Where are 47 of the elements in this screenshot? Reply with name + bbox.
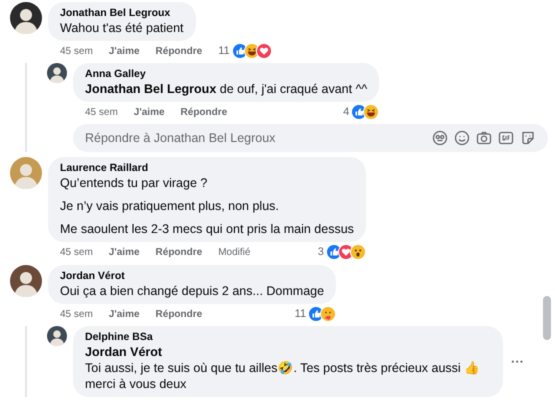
author-name[interactable]: Delphine BSa bbox=[85, 330, 491, 344]
comment-text: Qu’entends tu par virage ? bbox=[60, 175, 208, 191]
author-name[interactable]: Laurence Raillard bbox=[60, 161, 354, 175]
avatar-icon[interactable] bbox=[47, 326, 67, 346]
timestamp[interactable]: 45 sem bbox=[60, 244, 93, 260]
author-name[interactable]: Jordan Vérot bbox=[60, 269, 324, 283]
reaction-count[interactable]: 11 bbox=[218, 42, 230, 60]
mention-link[interactable]: Jordan Vérot bbox=[85, 344, 491, 360]
avatar-icon[interactable] bbox=[10, 2, 42, 34]
love-reaction-icon bbox=[256, 43, 272, 59]
like-link[interactable]: J'aime bbox=[108, 244, 140, 260]
like-link[interactable]: J'aime bbox=[134, 104, 165, 120]
timestamp[interactable]: 45 sem bbox=[60, 44, 93, 58]
scrollbar[interactable] bbox=[543, 296, 551, 340]
camera-icon[interactable] bbox=[476, 130, 492, 146]
wow-reaction-icon bbox=[350, 244, 366, 260]
gif-icon[interactable] bbox=[498, 130, 514, 146]
reply-input[interactable]: Répondre à Jonathan Bel Legroux bbox=[85, 128, 385, 148]
reply-input-field[interactable]: Répondre à Jonathan Bel Legroux bbox=[73, 124, 548, 152]
comment-text: Jonathan Bel Legroux de ouf, j'ai craqué avant ^^ bbox=[85, 81, 368, 97]
haha-reaction-icon bbox=[363, 104, 380, 120]
comment-text: Oui ça a bien changé depuis 2 ans... Dommage bbox=[60, 283, 324, 299]
author-name[interactable]: Jonathan Bel Legroux bbox=[60, 6, 184, 20]
comment-text: Wahou t'as été patient bbox=[60, 20, 184, 36]
edited-label: Modifié bbox=[218, 246, 250, 260]
like-link[interactable]: J'aime bbox=[108, 306, 140, 322]
avatar-icon[interactable] bbox=[47, 63, 67, 83]
comment-text: Toi aussi, je te suis où que tu ailles🤣. Tes posts très précieux aussi 👍merci à vous deux bbox=[85, 360, 482, 392]
reply-link[interactable]: Répondre bbox=[180, 104, 228, 120]
emoji-icon[interactable] bbox=[454, 130, 470, 146]
reply-link[interactable]: Répondre bbox=[156, 244, 202, 260]
care-reaction-icon bbox=[320, 306, 336, 322]
comment-text: Me saoulent les 2-3 mecs qui ont pris la main dessus bbox=[60, 221, 354, 237]
reaction-count[interactable]: 3 bbox=[318, 244, 324, 260]
author-name[interactable]: Anna Galley bbox=[85, 67, 368, 81]
more-options-button[interactable]: ··· bbox=[511, 352, 524, 372]
timestamp[interactable]: 45 sem bbox=[60, 306, 93, 322]
avatar-sticker-icon[interactable] bbox=[432, 130, 448, 146]
reaction-count[interactable]: 11 bbox=[294, 306, 306, 322]
like-link[interactable]: J'aime bbox=[108, 44, 140, 58]
comment-text: Je n’y vais pratiquement plus, non plus. bbox=[60, 198, 280, 214]
avatar-icon[interactable] bbox=[10, 265, 42, 297]
reply-link[interactable]: Répondre bbox=[156, 306, 202, 322]
reply-link[interactable]: Répondre bbox=[156, 44, 202, 58]
timestamp[interactable]: 45 sem bbox=[85, 104, 118, 120]
reaction-count[interactable]: 4 bbox=[343, 104, 350, 120]
sticker-icon[interactable] bbox=[520, 130, 536, 146]
